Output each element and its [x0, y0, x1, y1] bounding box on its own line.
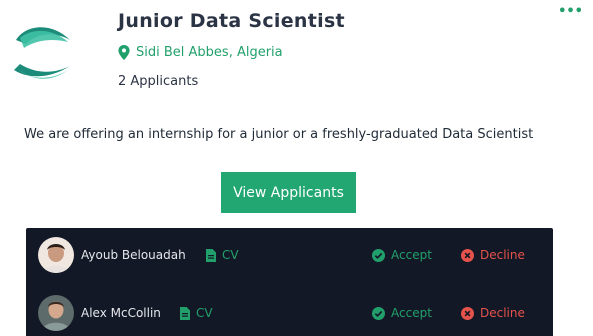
x-circle-icon [461, 306, 474, 320]
applicant-row: Alex McCollin CV Accept Decline [26, 293, 553, 333]
company-logo [12, 18, 76, 90]
x-circle-icon [461, 248, 474, 262]
applicants-count: 2 Applicants [118, 74, 199, 89]
avatar [38, 237, 74, 273]
accept-button[interactable]: Accept [372, 248, 432, 262]
map-pin-icon [118, 45, 130, 60]
decline-button[interactable]: Decline [461, 248, 525, 262]
job-title: Junior Data Scientist [118, 10, 345, 32]
avatar [38, 295, 74, 331]
file-icon [180, 306, 190, 320]
cv-label: CV [222, 248, 239, 262]
check-circle-icon [372, 306, 385, 320]
view-applicants-button[interactable]: View Applicants [221, 172, 356, 213]
decline-button[interactable]: Decline [461, 306, 525, 320]
applicant-name: Ayoub Belouadah [81, 248, 186, 262]
decline-label: Decline [480, 248, 525, 262]
location: Sidi Bel Abbes, Algeria [118, 45, 283, 60]
accept-label: Accept [391, 248, 432, 262]
decline-label: Decline [480, 306, 525, 320]
applicants-panel: Ayoub Belouadah CV Accept Decline Alex M… [26, 228, 553, 336]
location-text: Sidi Bel Abbes, Algeria [136, 45, 283, 60]
more-options-icon[interactable]: ••• [558, 5, 583, 18]
cv-link[interactable]: CV [180, 306, 213, 320]
file-icon [206, 248, 216, 262]
check-circle-icon [372, 248, 385, 262]
job-description: We are offering an internship for a juni… [24, 127, 534, 142]
accept-label: Accept [391, 306, 432, 320]
applicant-name: Alex McCollin [81, 306, 161, 320]
cv-link[interactable]: CV [206, 248, 239, 262]
applicant-row: Ayoub Belouadah CV Accept Decline [26, 235, 553, 275]
accept-button[interactable]: Accept [372, 306, 432, 320]
cv-label: CV [196, 306, 213, 320]
